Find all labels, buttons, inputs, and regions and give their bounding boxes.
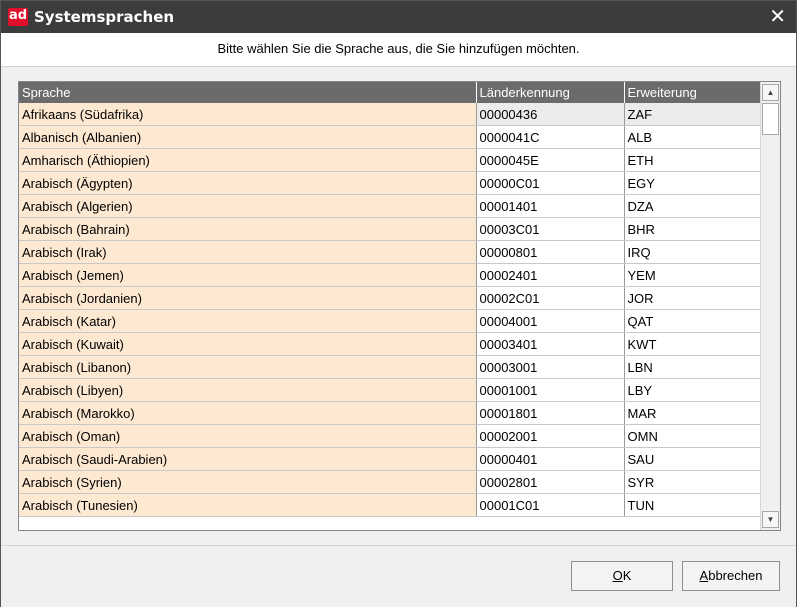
language-table-grid: Sprache Länderkennung Erweiterung Afrika… (19, 82, 762, 517)
ok-accelerator: O (612, 568, 623, 583)
cell-erweiterung[interactable]: KWT (624, 332, 762, 356)
table-row[interactable]: Arabisch (Syrien) 00002801 SYR (19, 470, 762, 494)
cell-erweiterung[interactable]: JOR (624, 286, 762, 310)
cell-sprache[interactable]: Arabisch (Jemen) (19, 263, 477, 287)
cell-laenderkennung[interactable]: 00002401 (476, 263, 625, 287)
table-row[interactable]: Arabisch (Bahrain) 00003C01 BHR (19, 217, 762, 241)
cell-laenderkennung[interactable]: 00002C01 (476, 286, 625, 310)
table-row[interactable]: Arabisch (Jordanien) 00002C01 JOR (19, 286, 762, 310)
cell-erweiterung[interactable]: ETH (624, 148, 762, 172)
cell-erweiterung[interactable]: ZAF (624, 103, 762, 126)
cell-laenderkennung[interactable]: 00003001 (476, 355, 625, 379)
instruction-text: Bitte wählen Sie die Sprache aus, die Si… (217, 41, 580, 56)
column-header-sprache[interactable]: Sprache (19, 82, 477, 103)
table-row[interactable]: Albanisch (Albanien) 0000041C ALB (19, 125, 762, 149)
cell-laenderkennung[interactable]: 00001C01 (476, 493, 625, 517)
cell-sprache[interactable]: Arabisch (Marokko) (19, 401, 477, 425)
cell-erweiterung[interactable]: QAT (624, 309, 762, 333)
cell-laenderkennung[interactable]: 0000041C (476, 125, 625, 149)
cell-sprache[interactable]: Arabisch (Jordanien) (19, 286, 477, 310)
cell-erweiterung[interactable]: EGY (624, 171, 762, 195)
cell-erweiterung[interactable]: TUN (624, 493, 762, 517)
column-header-erweiterung[interactable]: Erweiterung (624, 82, 762, 103)
cell-sprache[interactable]: Arabisch (Algerien) (19, 194, 477, 218)
cell-erweiterung[interactable]: LBY (624, 378, 762, 402)
cell-laenderkennung[interactable]: 00003401 (476, 332, 625, 356)
table-row[interactable]: Arabisch (Saudi-Arabien) 00000401 SAU (19, 447, 762, 471)
cell-sprache[interactable]: Albanisch (Albanien) (19, 125, 477, 149)
close-icon[interactable]: ✕ (769, 5, 786, 27)
dialog-title: Systemsprachen (34, 8, 175, 26)
cell-sprache[interactable]: Arabisch (Oman) (19, 424, 477, 448)
cell-laenderkennung[interactable]: 00000436 (476, 103, 625, 126)
language-table[interactable]: Sprache Länderkennung Erweiterung Afrika… (18, 81, 781, 531)
vertical-scrollbar[interactable]: ▲ ▼ (760, 82, 780, 530)
cell-laenderkennung[interactable]: 00001401 (476, 194, 625, 218)
table-row[interactable]: Arabisch (Katar) 00004001 QAT (19, 309, 762, 333)
cell-sprache[interactable]: Arabisch (Tunesien) (19, 493, 477, 517)
ok-button[interactable]: OK (571, 561, 673, 591)
cell-sprache[interactable]: Arabisch (Syrien) (19, 470, 477, 494)
instruction-band: Bitte wählen Sie die Sprache aus, die Si… (1, 33, 796, 67)
cancel-label: bbrechen (708, 568, 763, 583)
table-row[interactable]: Arabisch (Libanon) 00003001 LBN (19, 355, 762, 379)
cell-sprache[interactable]: Arabisch (Libanon) (19, 355, 477, 379)
table-row[interactable]: Arabisch (Kuwait) 00003401 KWT (19, 332, 762, 356)
table-body: Afrikaans (Südafrika) 00000436 ZAF Albanisc… (19, 103, 762, 517)
title-bar[interactable]: ad Systemsprachen ✕ (1, 1, 796, 33)
table-row[interactable]: Arabisch (Oman) 00002001 OMN (19, 424, 762, 448)
cell-laenderkennung[interactable]: 00001001 (476, 378, 625, 402)
cell-laenderkennung[interactable]: 00000801 (476, 240, 625, 264)
cell-sprache[interactable]: Arabisch (Libyen) (19, 378, 477, 402)
table-row[interactable]: Arabisch (Tunesien) 00001C01 TUN (19, 493, 762, 517)
column-header-laenderkennung[interactable]: Länderkennung (476, 82, 625, 103)
table-row[interactable]: Arabisch (Algerien) 00001401 DZA (19, 194, 762, 218)
cell-erweiterung[interactable]: OMN (624, 424, 762, 448)
cell-laenderkennung[interactable]: 00001801 (476, 401, 625, 425)
cell-laenderkennung[interactable]: 0000045E (476, 148, 625, 172)
cell-erweiterung[interactable]: LBN (624, 355, 762, 379)
cell-laenderkennung[interactable]: 00000C01 (476, 171, 625, 195)
cell-erweiterung[interactable]: DZA (624, 194, 762, 218)
cell-erweiterung[interactable]: BHR (624, 217, 762, 241)
table-row[interactable]: Amharisch (Äthiopien) 0000045E ETH (19, 148, 762, 172)
table-row[interactable]: Arabisch (Ägypten) 00000C01 EGY (19, 171, 762, 195)
cell-sprache[interactable]: Arabisch (Irak) (19, 240, 477, 264)
cell-erweiterung[interactable]: YEM (624, 263, 762, 287)
cell-sprache[interactable]: Arabisch (Kuwait) (19, 332, 477, 356)
table-row[interactable]: Arabisch (Libyen) 00001001 LBY (19, 378, 762, 402)
cell-laenderkennung[interactable]: 00000401 (476, 447, 625, 471)
cell-sprache[interactable]: Arabisch (Saudi-Arabien) (19, 447, 477, 471)
cell-sprache[interactable]: Arabisch (Katar) (19, 309, 477, 333)
dialog-window: ad Systemsprachen ✕ Bitte wählen Sie die… (0, 0, 797, 607)
cell-erweiterung[interactable]: SYR (624, 470, 762, 494)
cell-laenderkennung[interactable]: 00002801 (476, 470, 625, 494)
cell-laenderkennung[interactable]: 00003C01 (476, 217, 625, 241)
cell-sprache[interactable]: Afrikaans (Südafrika) (19, 103, 477, 126)
cancel-accelerator: A (699, 568, 709, 583)
cell-erweiterung[interactable]: SAU (624, 447, 762, 471)
scroll-up-icon[interactable]: ▲ (762, 84, 779, 101)
cell-sprache[interactable]: Arabisch (Bahrain) (19, 217, 477, 241)
table-row[interactable]: Afrikaans (Südafrika) 00000436 ZAF (19, 103, 762, 126)
app-logo-icon: ad (8, 8, 28, 26)
table-row[interactable]: Arabisch (Irak) 00000801 IRQ (19, 240, 762, 264)
table-header-row: Sprache Länderkennung Erweiterung (19, 82, 762, 103)
scrollbar-thumb[interactable] (762, 103, 779, 135)
cell-erweiterung[interactable]: IRQ (624, 240, 762, 264)
cancel-button[interactable]: Abbrechen (682, 561, 780, 591)
ok-label: K (622, 568, 632, 583)
cell-sprache[interactable]: Amharisch (Äthiopien) (19, 148, 477, 172)
cell-sprache[interactable]: Arabisch (Ägypten) (19, 171, 477, 195)
button-bar: OK Abbrechen (1, 545, 796, 607)
cell-laenderkennung[interactable]: 00002001 (476, 424, 625, 448)
table-row[interactable]: Arabisch (Marokko) 00001801 MAR (19, 401, 762, 425)
cell-laenderkennung[interactable]: 00004001 (476, 309, 625, 333)
table-row[interactable]: Arabisch (Jemen) 00002401 YEM (19, 263, 762, 287)
cell-erweiterung[interactable]: MAR (624, 401, 762, 425)
scroll-down-icon[interactable]: ▼ (762, 511, 779, 528)
cell-erweiterung[interactable]: ALB (624, 125, 762, 149)
